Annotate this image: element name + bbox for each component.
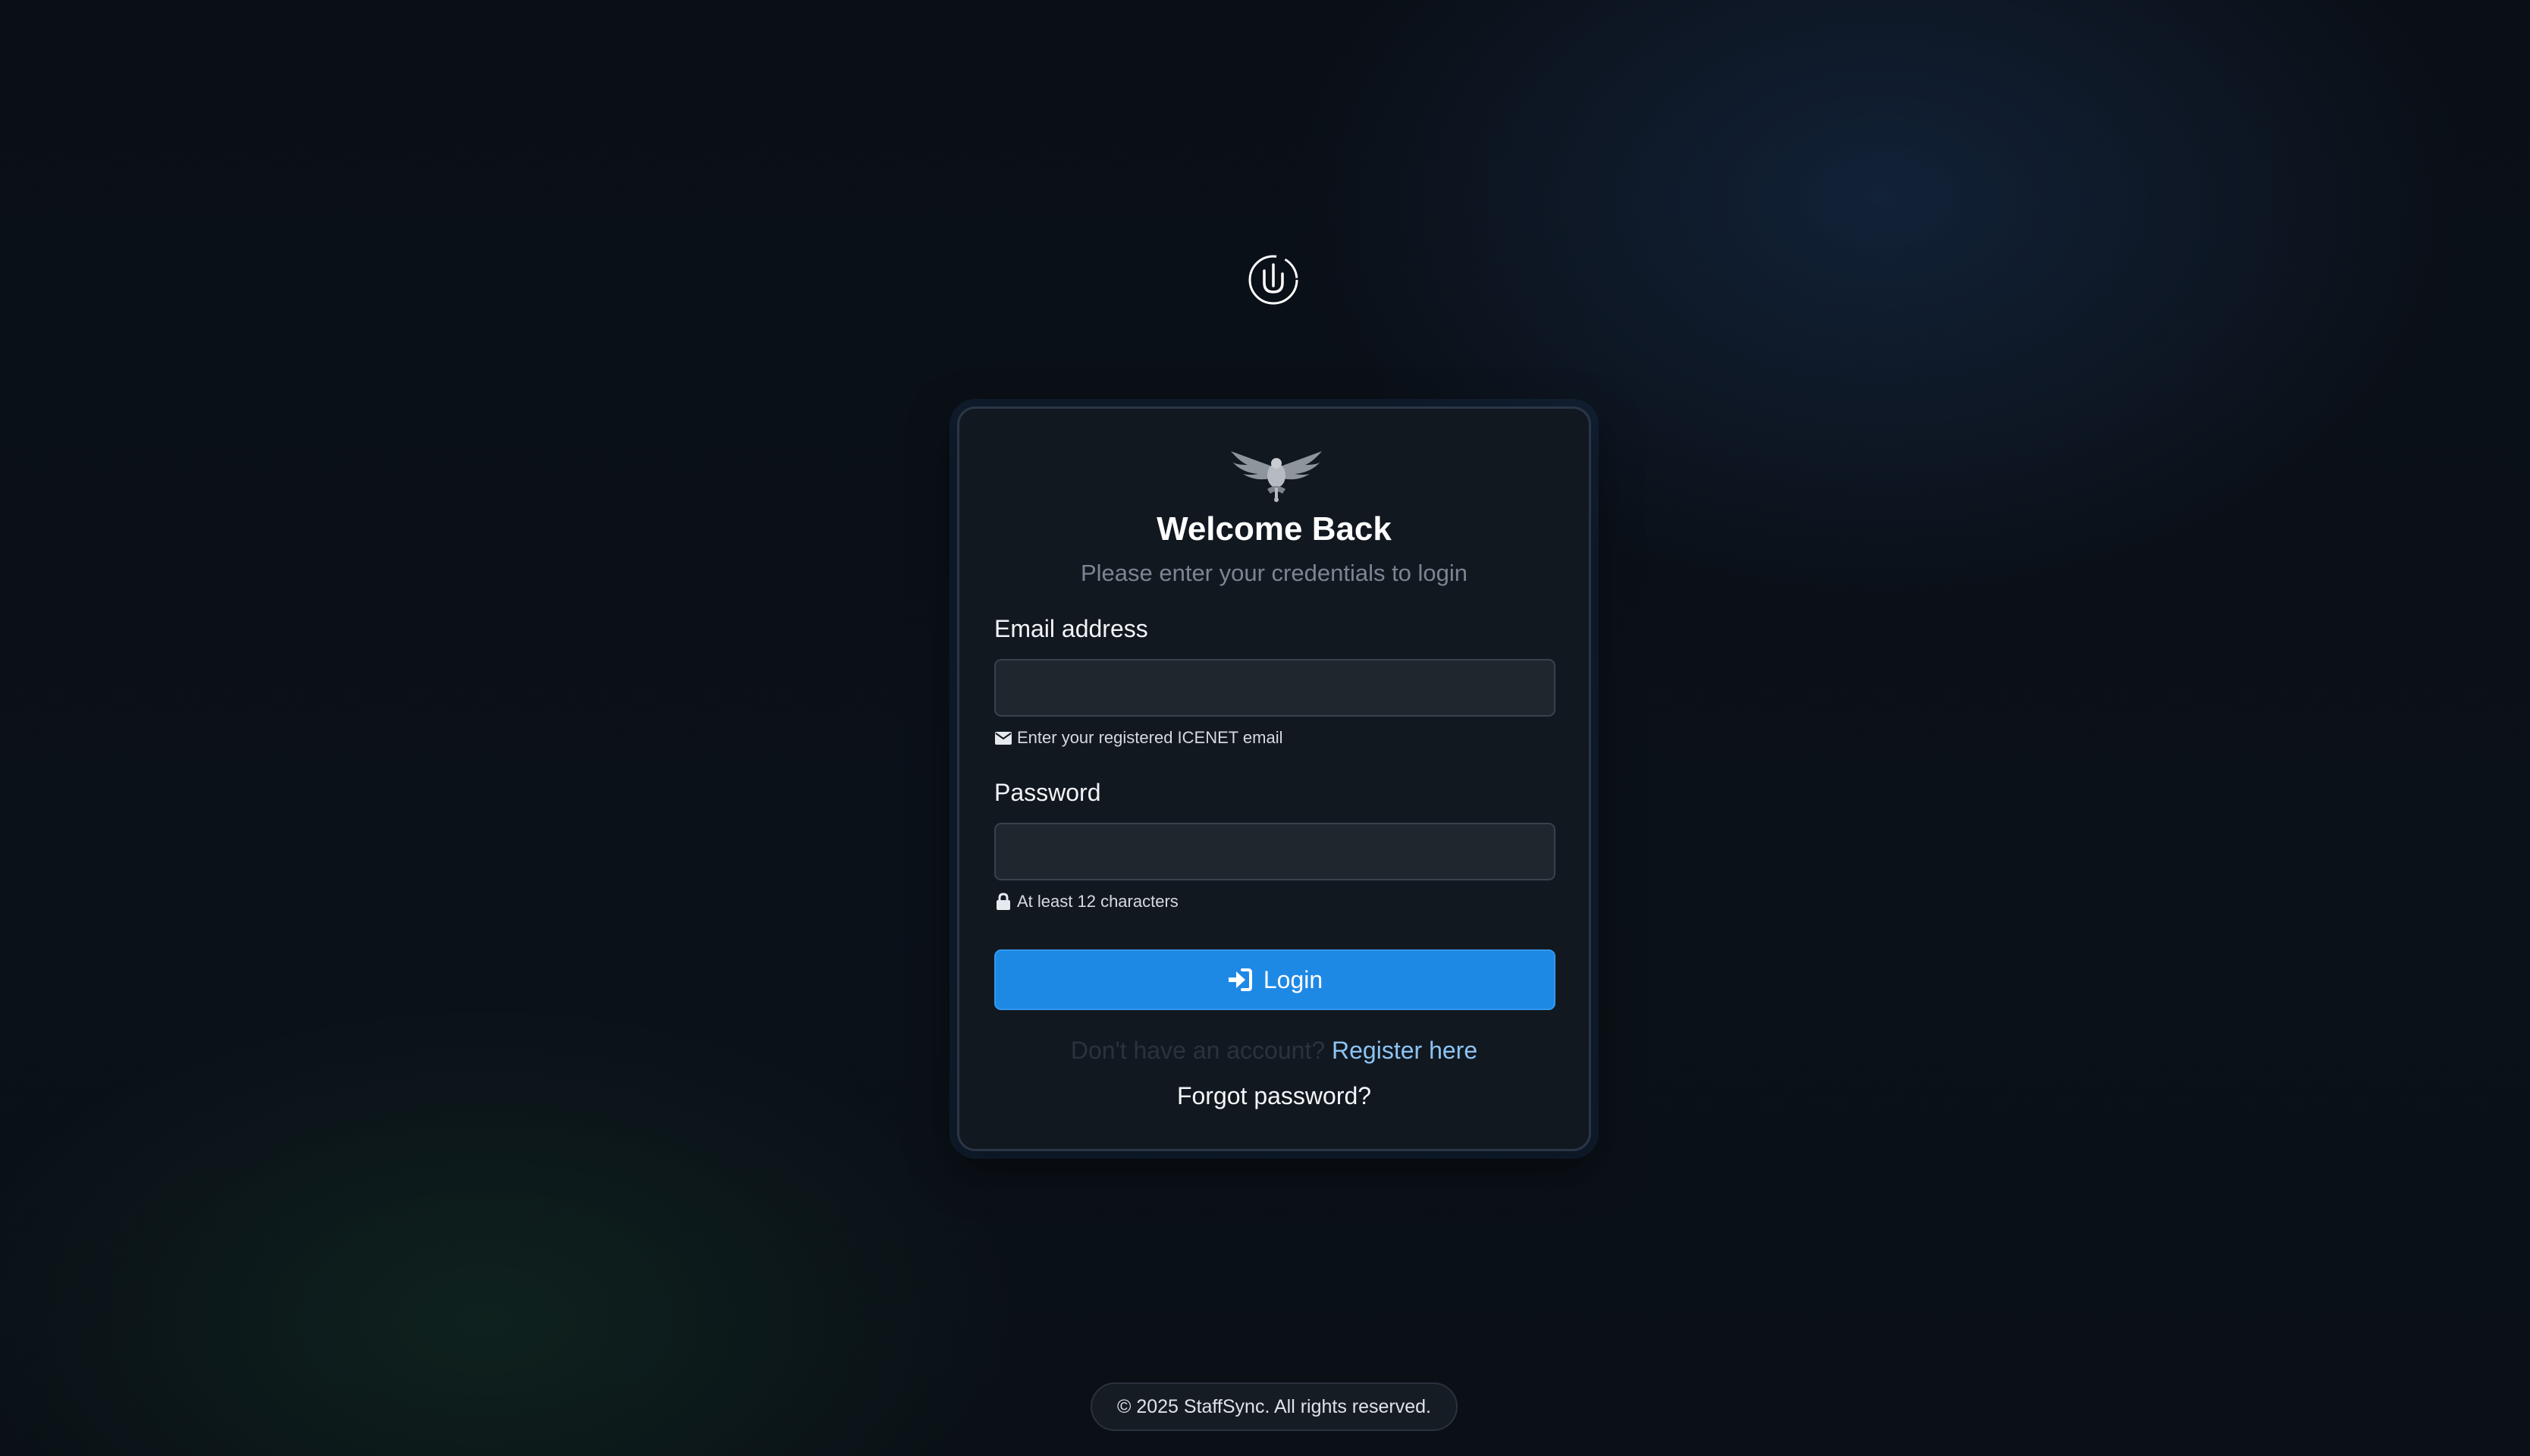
password-hint-text: At least 12 characters	[1017, 892, 1179, 911]
brand-circle-logo-icon	[1248, 254, 1299, 306]
register-prompt: Don't have an account?	[1070, 1037, 1332, 1064]
password-field[interactable]	[994, 823, 1555, 880]
email-label: Email address	[994, 615, 1148, 642]
register-link[interactable]: Register here	[1332, 1037, 1477, 1064]
password-label: Password	[994, 779, 1101, 806]
email-field[interactable]	[994, 659, 1555, 717]
forgot-password-link[interactable]: Forgot password?	[959, 1084, 1589, 1108]
email-hint-text: Enter your registered ICENET email	[1017, 728, 1283, 747]
password-hint: At least 12 characters	[994, 893, 1179, 911]
login-card: Welcome Back Please enter your credentia…	[957, 406, 1591, 1151]
page-title: Welcome Back	[1157, 510, 1392, 548]
footer-copyright: © 2025 StaffSync. All rights reserved.	[1091, 1382, 1458, 1431]
page-subtitle: Please enter your credentials to login	[1080, 560, 1468, 586]
lock-icon	[994, 893, 1012, 911]
register-line: Don't have an account? Register here	[959, 1038, 1589, 1062]
eagle-emblem-icon	[1225, 445, 1328, 503]
login-button-label: Login	[1263, 965, 1323, 993]
envelope-icon	[994, 729, 1012, 747]
email-hint: Enter your registered ICENET email	[994, 729, 1283, 747]
login-button[interactable]: Login	[994, 949, 1555, 1010]
sign-in-icon	[1227, 967, 1253, 993]
